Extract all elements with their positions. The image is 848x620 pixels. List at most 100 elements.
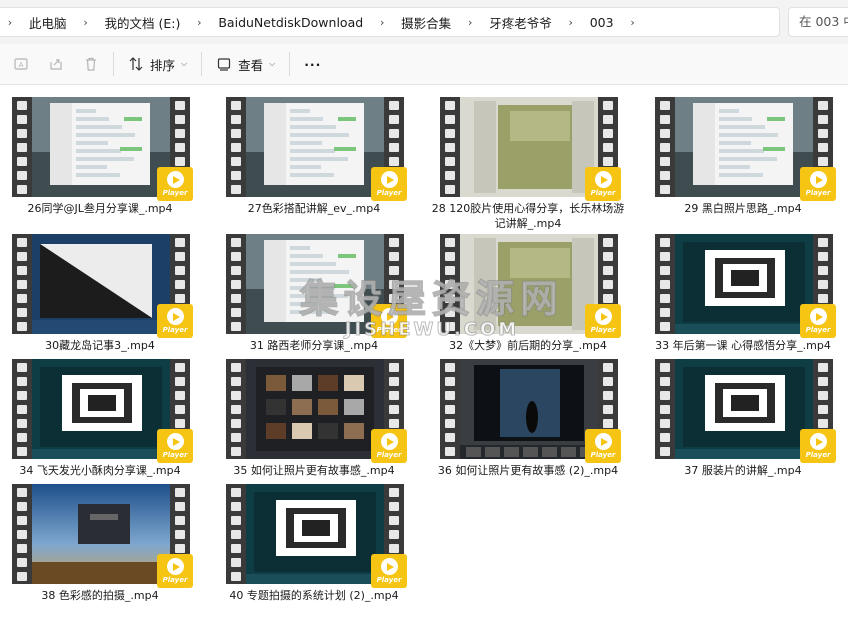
player-badge-label: Player bbox=[162, 326, 188, 334]
video-thumbnail: Player bbox=[12, 484, 193, 588]
file-name: 34 飞天发光小酥肉分享课_.mp4 bbox=[19, 464, 181, 477]
video-thumbnail: Player bbox=[226, 97, 407, 201]
play-icon bbox=[380, 558, 398, 575]
file-name: 38 色彩感的拍摄_.mp4 bbox=[41, 589, 159, 602]
chevron-down-icon: ⌵ bbox=[269, 59, 276, 68]
video-frame bbox=[675, 234, 813, 334]
player-badge-icon: Player bbox=[585, 304, 621, 338]
view-button[interactable]: 查看 ⌵ bbox=[210, 50, 281, 78]
chevron-right-icon[interactable]: › bbox=[558, 16, 584, 29]
video-frame bbox=[246, 234, 384, 334]
file-name: 35 如何让照片更有故事感_.mp4 bbox=[233, 464, 395, 477]
breadcrumb-author[interactable]: 牙疼老爷爷 bbox=[483, 13, 558, 32]
share-icon[interactable] bbox=[42, 50, 70, 78]
video-frame bbox=[675, 97, 813, 197]
player-badge-icon: Player bbox=[157, 554, 193, 588]
film-sprocket-strip bbox=[226, 234, 246, 334]
film-sprocket-strip bbox=[655, 97, 675, 197]
player-badge-label: Player bbox=[805, 189, 831, 197]
file-name: 40 专题拍摄的系统计划 (2)_.mp4 bbox=[229, 589, 399, 602]
video-frame bbox=[460, 97, 598, 197]
video-frame bbox=[32, 484, 170, 584]
play-icon bbox=[166, 558, 184, 575]
player-badge-icon: Player bbox=[157, 429, 193, 463]
file-name: 32《大梦》前后期的分享_.mp4 bbox=[449, 339, 607, 352]
player-badge-icon: Player bbox=[800, 429, 836, 463]
play-icon bbox=[809, 171, 827, 188]
breadcrumb-this-pc[interactable]: 此电脑 bbox=[23, 13, 73, 32]
player-badge-icon: Player bbox=[585, 429, 621, 463]
player-badge-label: Player bbox=[162, 576, 188, 584]
video-frame bbox=[675, 359, 813, 459]
play-icon bbox=[166, 171, 184, 188]
delete-icon[interactable] bbox=[77, 50, 105, 78]
breadcrumb-documents[interactable]: 我的文档 (E:) bbox=[99, 13, 187, 32]
play-icon bbox=[809, 308, 827, 325]
player-badge-icon: Player bbox=[157, 304, 193, 338]
player-badge-label: Player bbox=[805, 451, 831, 459]
player-badge-label: Player bbox=[376, 189, 402, 197]
video-frame bbox=[246, 484, 384, 584]
search-input[interactable]: 在 003 中搜索 bbox=[788, 7, 848, 37]
chevron-right-icon[interactable]: › bbox=[186, 16, 212, 29]
sort-button[interactable]: 排序 ⌵ bbox=[122, 50, 193, 78]
chevron-right-icon[interactable]: › bbox=[0, 16, 23, 29]
film-sprocket-strip bbox=[226, 97, 246, 197]
chevron-right-icon[interactable]: › bbox=[369, 16, 395, 29]
play-icon bbox=[380, 171, 398, 188]
play-icon bbox=[166, 308, 184, 325]
film-sprocket-strip bbox=[226, 484, 246, 584]
video-thumbnail: Player bbox=[226, 359, 407, 463]
film-sprocket-strip bbox=[655, 234, 675, 334]
file-name: 28 120胶片使用心得分享，长乐林场游记讲解_.mp4 bbox=[431, 202, 625, 230]
file-name: 31 路西老师分享课_.mp4 bbox=[249, 339, 379, 352]
player-badge-label: Player bbox=[162, 189, 188, 197]
video-frame bbox=[32, 234, 170, 334]
player-badge-icon: Player bbox=[157, 167, 193, 201]
view-icon bbox=[216, 56, 232, 72]
view-label: 查看 bbox=[238, 57, 264, 73]
video-thumbnail: Player bbox=[655, 234, 836, 338]
play-icon bbox=[594, 308, 612, 325]
film-sprocket-strip bbox=[655, 359, 675, 459]
player-badge-label: Player bbox=[590, 451, 616, 459]
video-thumbnail: Player bbox=[440, 359, 621, 463]
play-icon bbox=[380, 308, 398, 325]
chevron-right-icon[interactable]: › bbox=[620, 16, 646, 29]
play-icon bbox=[166, 433, 184, 450]
chevron-right-icon[interactable]: › bbox=[457, 16, 483, 29]
address-bar: › 此电脑 › 我的文档 (E:) › BaiduNetdiskDownload… bbox=[0, 0, 848, 42]
film-sprocket-strip bbox=[440, 234, 460, 334]
command-bar: A 排序 ⌵ 查看 ⌵ ··· bbox=[0, 44, 848, 85]
play-icon bbox=[809, 433, 827, 450]
player-badge-label: Player bbox=[376, 576, 402, 584]
film-sprocket-strip bbox=[12, 484, 32, 584]
film-sprocket-strip bbox=[440, 359, 460, 459]
player-badge-label: Player bbox=[590, 326, 616, 334]
player-badge-label: Player bbox=[376, 451, 402, 459]
sort-label: 排序 bbox=[150, 57, 176, 73]
play-icon bbox=[380, 433, 398, 450]
breadcrumb-photography[interactable]: 摄影合集 bbox=[395, 13, 457, 32]
video-thumbnail: Player bbox=[655, 97, 836, 201]
rename-icon[interactable]: A bbox=[7, 50, 35, 78]
film-sprocket-strip bbox=[12, 359, 32, 459]
player-badge-icon: Player bbox=[371, 429, 407, 463]
video-frame bbox=[32, 97, 170, 197]
play-icon bbox=[594, 433, 612, 450]
video-thumbnail: Player bbox=[12, 234, 193, 338]
player-badge-icon: Player bbox=[371, 304, 407, 338]
video-frame bbox=[460, 234, 598, 334]
chevron-right-icon[interactable]: › bbox=[73, 16, 99, 29]
more-options-button[interactable]: ··· bbox=[298, 50, 327, 78]
file-name: 29 黑白照片思路_.mp4 bbox=[684, 202, 802, 215]
film-sprocket-strip bbox=[12, 234, 32, 334]
more-icon: ··· bbox=[304, 56, 322, 72]
video-thumbnail: Player bbox=[12, 97, 193, 201]
breadcrumb-baidunetdisk[interactable]: BaiduNetdiskDownload bbox=[212, 15, 369, 30]
video-frame bbox=[32, 359, 170, 459]
player-badge-label: Player bbox=[162, 451, 188, 459]
breadcrumb-current[interactable]: 003 bbox=[584, 15, 620, 30]
breadcrumb[interactable]: › 此电脑 › 我的文档 (E:) › BaiduNetdiskDownload… bbox=[0, 7, 780, 37]
file-name: 37 服装片的讲解_.mp4 bbox=[684, 464, 802, 477]
